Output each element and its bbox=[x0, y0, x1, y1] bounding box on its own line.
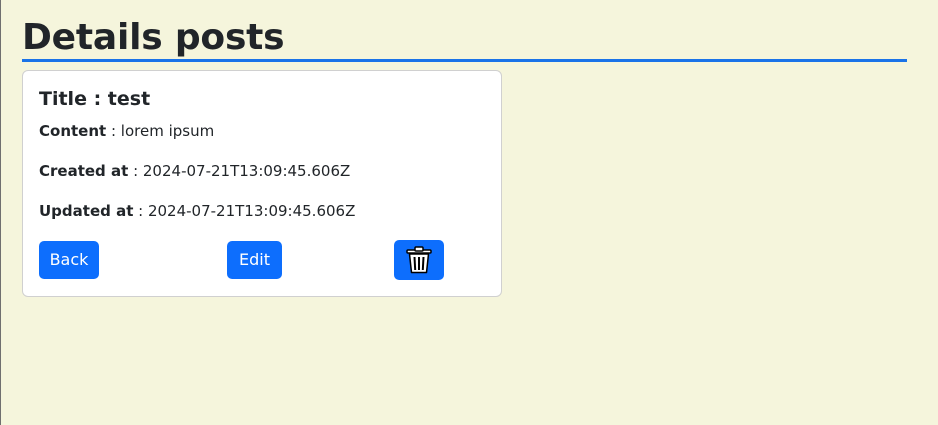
updated-value: 2024-07-21T13:09:45.606Z bbox=[147, 202, 356, 220]
post-content-row: Content : lorem ipsum bbox=[39, 121, 214, 141]
created-value: 2024-07-21T13:09:45.606Z bbox=[142, 162, 351, 180]
back-button[interactable]: Back bbox=[39, 241, 99, 279]
trash-icon bbox=[406, 246, 432, 274]
post-updated-row: Updated at : 2024-07-21T13:09:45.606Z bbox=[39, 201, 355, 221]
title-underline bbox=[22, 59, 907, 62]
updated-label: Updated at bbox=[39, 202, 134, 220]
edit-button[interactable]: Edit bbox=[227, 241, 282, 279]
post-title: Title : test bbox=[39, 87, 150, 111]
post-title-value: test bbox=[107, 88, 151, 110]
content-value: lorem ipsum bbox=[120, 122, 215, 140]
content-separator: : bbox=[106, 122, 121, 140]
created-separator: : bbox=[128, 162, 143, 180]
post-details-card: Title : test Content : lorem ipsum Creat… bbox=[22, 70, 502, 297]
post-created-row: Created at : 2024-07-21T13:09:45.606Z bbox=[39, 161, 350, 181]
delete-button[interactable] bbox=[394, 240, 444, 280]
post-title-separator: : bbox=[86, 88, 108, 110]
post-title-label: Title bbox=[39, 88, 87, 110]
created-label: Created at bbox=[39, 162, 129, 180]
content-label: Content bbox=[39, 122, 107, 140]
updated-separator: : bbox=[133, 202, 148, 220]
page-title: Details posts bbox=[22, 17, 285, 58]
